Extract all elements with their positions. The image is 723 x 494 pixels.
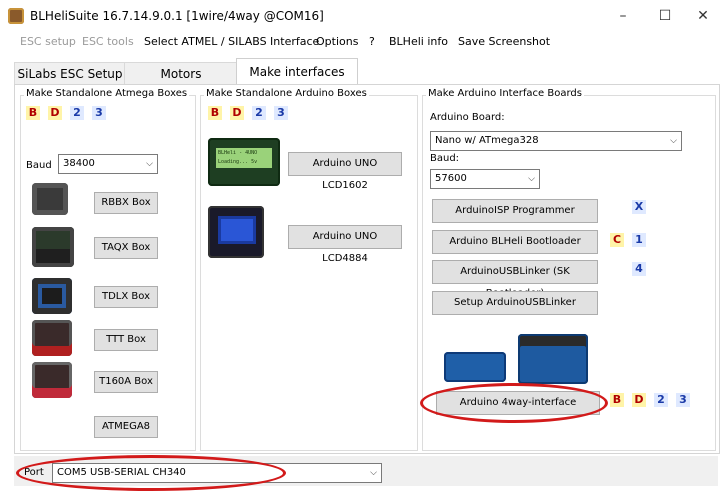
isp-badge-x: X [632,200,646,214]
ttt-device-image [32,320,72,356]
taqx-box-button[interactable]: TAQX Box [94,237,158,259]
tab-make-interfaces[interactable]: Make interfaces [236,58,358,85]
highlight-ring-4way [420,383,608,423]
arduino-board-select[interactable]: Nano w/ ATmega328 ⌵ [430,131,682,151]
arduinousblinker-button[interactable]: ArduinoUSBLinker (SK Bootloader) [432,260,598,299]
lcd-line-2: Loading... 5v [218,159,258,165]
lcd1602-device-image: BLHeli - 4UNO Loading... 5v [208,138,280,186]
fourway-badge-3: 3 [676,393,690,407]
lcd4884-device-image [208,206,264,258]
menu-blheli-info[interactable]: BLHeli info [389,35,448,48]
interface-boards-group-title: Make Arduino Interface Boards [426,88,584,99]
rbbx-device-image [32,183,68,215]
tdlx-device-image [32,278,72,314]
arduino-blheli-bootloader-button[interactable]: Arduino BLHeli Bootloader [432,230,598,254]
rbbx-box-button[interactable]: RBBX Box [94,192,158,214]
atmega-group-title: Make Standalone Atmega Boxes [24,88,190,99]
arduino-uno-lcd1602-button[interactable]: Arduino UNO LCD1602 [288,152,402,191]
tab-motors[interactable]: Motors [124,62,238,85]
menu-esc-tools[interactable]: ESC tools [82,35,134,48]
highlight-ring-port [16,455,286,491]
tdlx-box-button[interactable]: TDLX Box [94,286,158,308]
chevron-down-icon: ⌵ [370,468,377,478]
atmega8-button[interactable]: ATMEGA8 [94,416,158,438]
atmega-baud-select[interactable]: 38400 ⌵ [58,154,158,174]
app-icon [8,8,24,24]
atmega-badge-d: D [48,106,62,120]
menu-help[interactable]: ? [369,35,375,48]
t160a-box-button[interactable]: T160A Box [94,371,158,393]
chevron-down-icon: ⌵ [670,136,677,146]
window-title: BLHeliSuite 16.7.14.9.0.1 [1wire/4way @C… [30,9,324,23]
fourway-badge-d: D [632,393,646,407]
arduino-boxes-badge-d: D [230,106,244,120]
taqx-device-image [32,227,74,267]
maximize-button[interactable]: ☐ [645,4,685,28]
arduino-boxes-badge-2: 2 [252,106,266,120]
atmega-baud-label: Baud [26,160,52,171]
interface-baud-value: 57600 [435,173,467,184]
arduino-boxes-group-title: Make Standalone Arduino Boxes [204,88,369,99]
arduino-uno-image [518,334,588,384]
minimize-button[interactable]: – [603,4,643,28]
t160a-device-image [32,362,72,398]
atmega-badge-3: 3 [92,106,106,120]
atmega-badge-b: B [26,106,40,120]
atmega-badge-2: 2 [70,106,84,120]
menu-options[interactable]: Options [316,35,358,48]
close-button[interactable]: ✕ [683,4,723,28]
tab-silabs-esc-setup[interactable]: SiLabs ESC Setup [14,62,126,85]
fourway-badge-b: B [610,393,624,407]
arduino-board-label: Arduino Board: [430,112,505,123]
bootloader-badge-c: C [610,233,624,247]
arduino-nano-image [444,352,506,382]
ttt-box-button[interactable]: TTT Box [94,329,158,351]
chevron-down-icon: ⌵ [528,174,535,184]
menu-save-screenshot[interactable]: Save Screenshot [458,35,550,48]
arduino-boxes-badge-3: 3 [274,106,288,120]
atmega-baud-value: 38400 [63,158,95,169]
lcd4884-screen [218,216,256,244]
bootloader-badge-1: 1 [632,233,646,247]
fourway-badge-2: 2 [654,393,668,407]
menu-esc-setup[interactable]: ESC setup [20,35,76,48]
lcd1602-screen: BLHeli - 4UNO Loading... 5v [216,148,272,168]
menu-select-interface[interactable]: Select ATMEL / SILABS Interface [144,35,319,48]
arduino-uno-lcd4884-button[interactable]: Arduino UNO LCD4884 [288,225,402,264]
setup-arduinousblinker-button[interactable]: Setup ArduinoUSBLinker [432,291,598,315]
interface-baud-label: Baud: [430,153,460,164]
arduino-board-value: Nano w/ ATmega328 [435,135,539,146]
chevron-down-icon: ⌵ [146,159,153,169]
arduinoisp-programmer-button[interactable]: ArduinoISP Programmer [432,199,598,223]
interface-baud-select[interactable]: 57600 ⌵ [430,169,540,189]
usblinker-badge-4: 4 [632,262,646,276]
lcd-line-1: BLHeli - 4UNO [218,150,258,156]
arduino-boxes-badge-b: B [208,106,222,120]
